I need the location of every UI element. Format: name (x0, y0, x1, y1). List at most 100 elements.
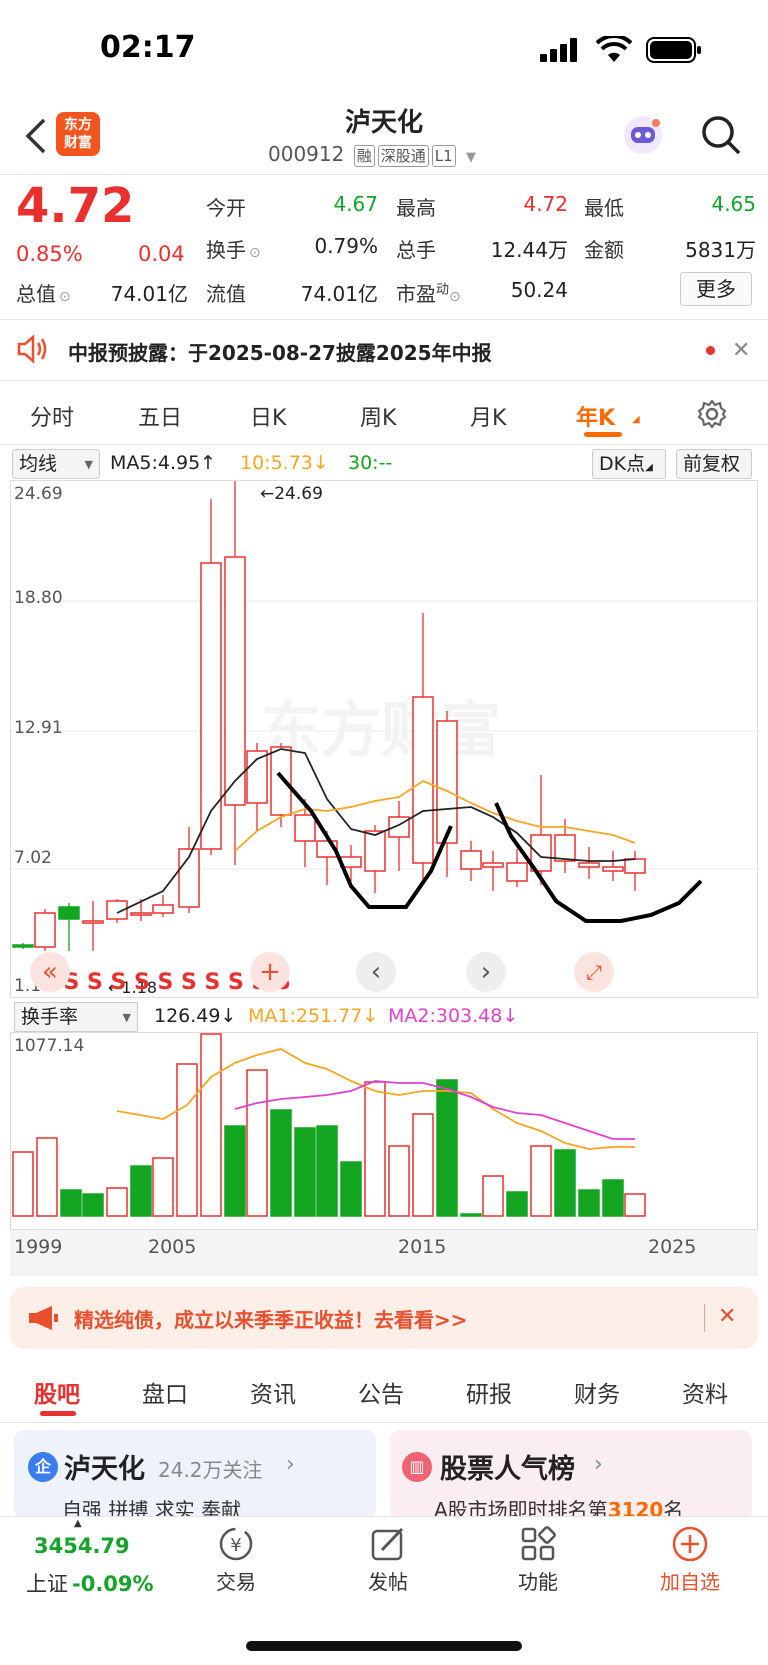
home-indicator (246, 1641, 522, 1651)
index-row[interactable]: 上证 -0.09% (26, 1568, 154, 1598)
stock-code-row: 000912 融深股通 L1 ▼ (268, 142, 476, 167)
forum-follow-count: 24.2万关注 (158, 1458, 263, 1482)
double-left-icon[interactable]: « (30, 952, 70, 992)
tab-news[interactable]: 资讯 (250, 1375, 296, 1409)
search-icon[interactable] (700, 114, 742, 156)
tab-intraday[interactable]: 分时 (30, 400, 74, 432)
compose-icon[interactable] (368, 1524, 408, 1564)
candle-body (34, 912, 56, 948)
turnover-label: 换手 ⊙ (206, 238, 261, 262)
y-label-2: 18.80 (14, 588, 63, 608)
nav-post[interactable]: 发帖 (338, 1566, 438, 1595)
kline-chart[interactable]: 东方财富 (10, 480, 759, 998)
svg-text:东方财富: 东方财富 (261, 696, 501, 766)
ad-text[interactable]: 精选纯债，成立以来季季正收益！去看看>> (74, 1304, 468, 1333)
wifi-icon (595, 33, 633, 64)
more-button[interactable]: 更多 (680, 272, 752, 306)
ma-select[interactable]: 均线 ▼ (12, 449, 100, 479)
battery-icon (646, 37, 702, 63)
forum-title: 泸天化 (64, 1454, 145, 1485)
chevron-right-icon: › (286, 1452, 295, 1477)
tab-daily-k[interactable]: 日K (250, 400, 286, 432)
grid-icon[interactable] (518, 1524, 558, 1564)
tab-profile[interactable]: 资料 (682, 1375, 728, 1409)
scroll-right-icon[interactable]: › (466, 952, 506, 992)
tab-yearly-k[interactable]: 年K (576, 400, 615, 432)
ad-divider (704, 1304, 705, 1332)
turnover-bar (530, 1145, 552, 1217)
expand-icon[interactable]: ⤢ (574, 952, 614, 992)
turnover-bar (482, 1175, 504, 1217)
tab-monthly-k[interactable]: 月K (470, 400, 506, 432)
turnover-chart[interactable] (10, 1032, 758, 1230)
turnover-bar (152, 1157, 174, 1217)
turnover-bar (246, 1069, 268, 1217)
turnover-bar (316, 1125, 338, 1217)
last-price: 4.72 (16, 178, 135, 234)
x-label-2025: 2025 (648, 1236, 697, 1258)
tab-finance[interactable]: 财务 (574, 1375, 620, 1409)
turnover-select[interactable]: 换手率 ▼ (14, 1002, 138, 1032)
nav-trade[interactable]: 交易 (186, 1566, 286, 1595)
candle-body (152, 904, 174, 914)
forward-adjust-button[interactable]: 前复权 (676, 449, 752, 479)
scroll-left-icon[interactable]: ‹ (356, 952, 396, 992)
low-label: 最低 (584, 196, 624, 220)
candle-body (364, 830, 386, 872)
ma30-value: 30:-- (348, 452, 393, 474)
ranking-icon: ▥ (402, 1452, 432, 1482)
divider (0, 174, 768, 175)
turnover-bar (294, 1127, 316, 1217)
active-tab-indicator (584, 432, 622, 437)
turnover-bar (436, 1079, 458, 1217)
nav-add-watchlist[interactable]: 加自选 (640, 1566, 740, 1595)
dk-point-button[interactable]: DK点◢ (592, 449, 666, 479)
x-axis-bar (10, 1230, 758, 1276)
ma10-value: 10:5.73↓ (240, 452, 329, 474)
candle-body (482, 862, 504, 868)
high-value: 4.72 (523, 192, 568, 216)
pe-label: 市盈动⊙ (396, 282, 461, 306)
close-icon[interactable]: ✕ (732, 338, 750, 363)
tab-five-day[interactable]: 五日 (138, 400, 182, 432)
turnover-bar (340, 1161, 362, 1217)
tab-announcements[interactable]: 公告 (358, 1375, 404, 1409)
signal-icon (540, 38, 584, 62)
trade-icon[interactable]: ¥ (216, 1524, 256, 1564)
candle-body (130, 912, 152, 916)
turnover-bar (460, 1213, 482, 1217)
candle-body (200, 562, 222, 850)
notice-text[interactable]: 中报预披露：于2025-08-27披露2025年中报 (68, 337, 492, 366)
add-circle-icon[interactable] (670, 1524, 710, 1564)
tab-pankou[interactable]: 盘口 (142, 1375, 188, 1409)
turnover-bar (506, 1191, 528, 1217)
candle-body (460, 850, 482, 870)
tag-connect: 深股通 (377, 145, 429, 167)
ad-close-icon[interactable]: ✕ (718, 1304, 736, 1329)
candle-body (412, 696, 434, 864)
candle-body (82, 920, 104, 924)
robot-avatar-icon[interactable] (622, 114, 664, 156)
tab-research[interactable]: 研报 (466, 1375, 512, 1409)
tag-margin: 融 (353, 145, 375, 167)
index-value[interactable]: 3454.79 (34, 1534, 130, 1558)
guba-underline (40, 1411, 76, 1416)
unread-dot (706, 346, 715, 355)
max-price-label: ←24.69 (260, 484, 323, 504)
popularity-title: 股票人气榜 (440, 1454, 575, 1485)
candle-body (58, 906, 80, 920)
crosshair-icon[interactable]: + (250, 952, 290, 992)
divider (0, 444, 768, 445)
turnover-current: 126.49↓ (154, 1005, 237, 1027)
tab-guba[interactable]: 股吧 (34, 1375, 80, 1409)
screen: { "status": {"time": "02:17"}, "header":… (0, 0, 768, 1665)
tab-weekly-k[interactable]: 周K (360, 400, 396, 432)
ma5-value: MA5:4.95↑ (110, 452, 217, 474)
nav-functions[interactable]: 功能 (488, 1566, 588, 1595)
turnover-bar (412, 1113, 434, 1217)
gear-icon[interactable] (696, 398, 728, 430)
turnover-bar (270, 1109, 292, 1217)
turnover-bar (624, 1193, 646, 1217)
chevron-down-icon[interactable]: ▼ (466, 150, 476, 165)
candle-body (224, 556, 246, 806)
